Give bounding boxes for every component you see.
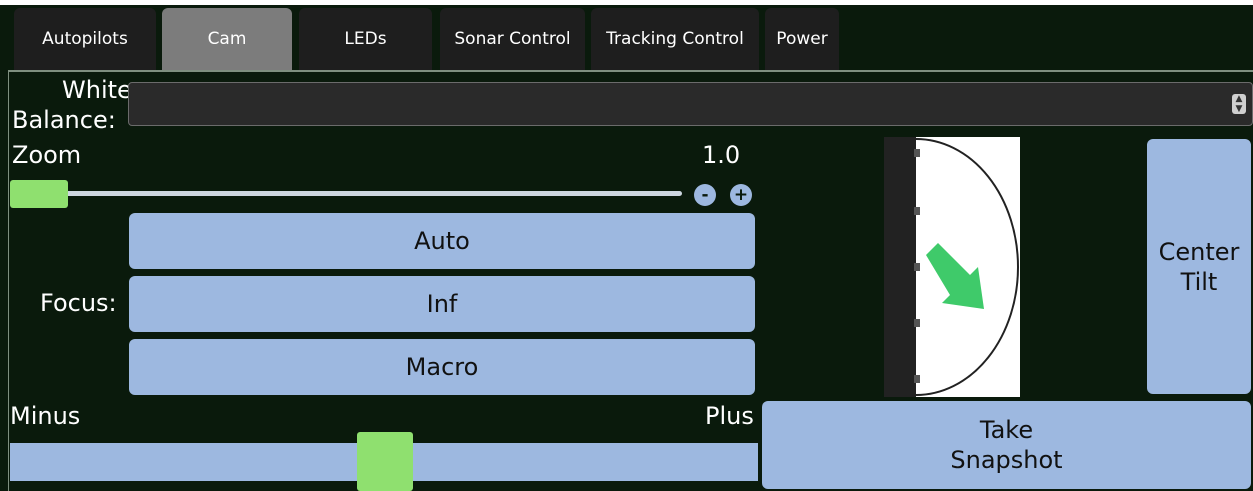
snapshot-label-line2: Snapshot: [950, 446, 1063, 474]
zoom-value: 1.0: [702, 141, 741, 169]
white-balance-label-line1: White: [62, 76, 132, 104]
tab-cam[interactable]: Cam: [162, 8, 292, 70]
center-tilt-label-line1: Center: [1158, 237, 1240, 266]
focus-auto-button[interactable]: Auto: [129, 213, 755, 269]
focus-inf-button[interactable]: Inf: [129, 276, 755, 332]
tab-power[interactable]: Power: [765, 8, 839, 70]
zoom-label: Zoom: [12, 141, 82, 169]
exposure-min-label: Minus: [10, 402, 81, 430]
center-tilt-button[interactable]: Center Tilt: [1147, 139, 1251, 394]
focus-macro-button[interactable]: Macro: [129, 339, 755, 395]
tab-sonar-control[interactable]: Sonar Control: [440, 8, 585, 70]
white-balance-select[interactable]: ▲ ▼: [128, 82, 1253, 126]
top-border: [0, 0, 1253, 5]
focus-label: Focus:: [40, 289, 117, 317]
exposure-max-label: Plus: [705, 402, 754, 430]
center-tilt-label-line2: Tilt: [1180, 267, 1218, 296]
tilt-indicator: [884, 137, 1020, 397]
take-snapshot-button[interactable]: Take Snapshot: [762, 401, 1251, 489]
zoom-slider-track[interactable]: [10, 191, 682, 196]
white-balance-label-line2: Balance:: [12, 106, 116, 134]
zoom-out-button[interactable]: -: [694, 184, 716, 206]
tab-tracking-control[interactable]: Tracking Control: [591, 8, 759, 70]
zoom-slider-handle[interactable]: [10, 180, 68, 208]
tab-leds[interactable]: LEDs: [299, 8, 432, 70]
zoom-in-button[interactable]: +: [730, 184, 752, 206]
exposure-slider-handle[interactable]: [357, 432, 413, 491]
snapshot-label-line1: Take: [979, 416, 1034, 444]
app-window: Autopilots Cam LEDs Sonar Control Tracki…: [0, 0, 1253, 491]
select-arrows-icon: ▲ ▼: [1232, 94, 1246, 114]
tilt-arrow-icon: [914, 138, 1019, 396]
tab-autopilots[interactable]: Autopilots: [14, 8, 156, 70]
